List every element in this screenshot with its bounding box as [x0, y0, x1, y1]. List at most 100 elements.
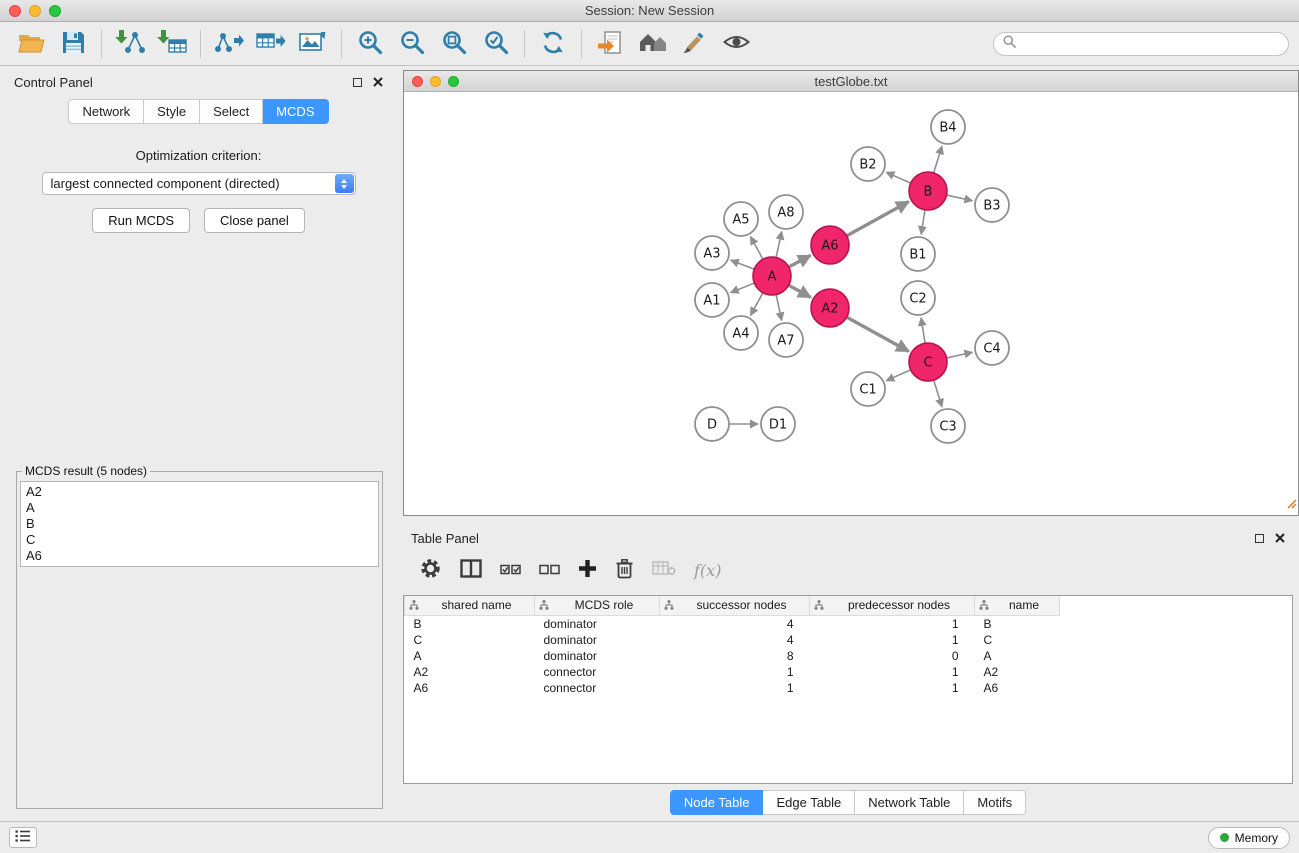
network-minimize-button[interactable] [430, 76, 441, 87]
import-network-button[interactable] [109, 25, 151, 63]
table-row[interactable]: A6connector11A6 [405, 679, 1060, 695]
network-node[interactable]: A [753, 257, 791, 295]
network-node[interactable]: A3 [695, 236, 729, 270]
network-node[interactable]: A8 [769, 195, 803, 229]
result-item[interactable]: A6 [26, 548, 373, 564]
close-panel-button[interactable]: Close panel [204, 208, 305, 233]
tab-select[interactable]: Select [200, 99, 263, 124]
network-node[interactable]: A1 [695, 283, 729, 317]
network-zoom-button[interactable] [448, 76, 459, 87]
network-edge[interactable] [751, 237, 763, 260]
network-edge[interactable] [847, 317, 909, 351]
tab-network[interactable]: Network [68, 99, 144, 124]
search-input[interactable] [1022, 36, 1279, 51]
network-edge[interactable] [934, 146, 942, 173]
network-node[interactable]: D [695, 407, 729, 441]
delete-column-button[interactable] [615, 558, 634, 582]
network-node[interactable]: B3 [975, 188, 1009, 222]
paintbrush-button[interactable] [673, 25, 715, 63]
network-edge[interactable] [934, 380, 942, 407]
table-row[interactable]: A2connector11A2 [405, 663, 1060, 679]
result-item[interactable]: C [26, 532, 373, 548]
network-node[interactable]: A4 [724, 316, 758, 350]
close-window-button[interactable] [9, 5, 21, 17]
network-node[interactable]: C3 [931, 409, 965, 443]
mcds-result-list[interactable]: A2ABCA6 [20, 481, 379, 567]
optimization-dropdown[interactable]: largest connected component (directed) [42, 172, 356, 195]
network-edge[interactable] [776, 232, 782, 258]
first-neighbors-button[interactable] [631, 25, 673, 63]
float-panel-icon[interactable] [353, 78, 362, 87]
network-window-titlebar[interactable]: testGlobe.txt [404, 71, 1298, 92]
network-node[interactable]: B2 [851, 147, 885, 181]
column-header-name[interactable]: name [975, 596, 1060, 615]
deselect-all-button[interactable] [539, 562, 560, 579]
network-node[interactable]: C [909, 343, 947, 381]
add-column-button[interactable] [578, 559, 597, 581]
result-item[interactable]: A [26, 500, 373, 516]
memory-button[interactable]: Memory [1208, 827, 1290, 849]
save-session-button[interactable] [52, 25, 94, 63]
network-edge[interactable] [947, 195, 973, 201]
close-table-panel-icon[interactable] [1275, 531, 1285, 546]
minimize-window-button[interactable] [29, 5, 41, 17]
network-node[interactable]: A7 [769, 323, 803, 357]
zoom-selected-button[interactable] [475, 25, 517, 63]
network-edge[interactable] [921, 318, 925, 343]
column-header-successor-nodes[interactable]: successor nodes [660, 596, 810, 615]
resize-grip[interactable] [1285, 496, 1297, 514]
network-node[interactable]: B4 [931, 110, 965, 144]
network-canvas[interactable]: A A1 A2 A3 A4 A5 A6 A7 A8 B B1 B2 B3 B4 C C1 C2 C3 C4 D D1 [404, 92, 1298, 515]
task-history-button[interactable] [9, 827, 37, 848]
show-columns-button[interactable] [460, 559, 482, 581]
search-field[interactable] [993, 32, 1289, 56]
table-row[interactable]: Adominator80A [405, 647, 1060, 663]
table-row[interactable]: Cdominator41C [405, 631, 1060, 647]
table-settings-button[interactable] [419, 557, 442, 583]
network-node[interactable]: C4 [975, 331, 1009, 365]
tab-edge-table[interactable]: Edge Table [763, 790, 855, 815]
tab-style[interactable]: Style [144, 99, 200, 124]
network-node[interactable]: B1 [901, 237, 935, 271]
tab-mcds[interactable]: MCDS [263, 99, 328, 124]
network-close-button[interactable] [412, 76, 423, 87]
tab-node-table[interactable]: Node Table [670, 790, 764, 815]
close-panel-icon[interactable] [373, 75, 383, 90]
float-table-panel-icon[interactable] [1255, 534, 1264, 543]
zoom-window-button[interactable] [49, 5, 61, 17]
function-builder-button[interactable]: f(x) [694, 561, 721, 580]
network-node[interactable]: C2 [901, 281, 935, 315]
tab-network-table[interactable]: Network Table [855, 790, 964, 815]
tab-motifs[interactable]: Motifs [964, 790, 1026, 815]
export-network-button[interactable] [208, 25, 250, 63]
network-edge[interactable] [921, 210, 925, 234]
network-node[interactable]: D1 [761, 407, 795, 441]
column-header-predecessor-nodes[interactable]: predecessor nodes [810, 596, 975, 615]
select-all-button[interactable] [500, 562, 521, 579]
network-node[interactable]: B [909, 172, 947, 210]
run-mcds-button[interactable]: Run MCDS [92, 208, 190, 233]
export-image-button[interactable] [292, 25, 334, 63]
table-row[interactable]: Bdominator41B [405, 615, 1060, 631]
result-item[interactable]: B [26, 516, 373, 532]
network-edge[interactable] [789, 255, 811, 267]
network-node[interactable]: A5 [724, 202, 758, 236]
column-header-shared-name[interactable]: shared name [405, 596, 535, 615]
network-edge[interactable] [731, 283, 755, 293]
export-table-button[interactable] [250, 25, 292, 63]
refresh-button[interactable] [532, 25, 574, 63]
network-edge[interactable] [731, 260, 755, 269]
delete-table-button[interactable] [652, 560, 676, 580]
network-edge[interactable] [776, 295, 782, 321]
toggle-view-button[interactable] [715, 25, 757, 63]
import-table-button[interactable] [151, 25, 193, 63]
column-header-mcds-role[interactable]: MCDS role [535, 596, 660, 615]
open-session-button[interactable] [10, 25, 52, 63]
result-item[interactable]: A2 [26, 484, 373, 500]
zoom-fit-button[interactable] [433, 25, 475, 63]
network-edge[interactable] [947, 352, 973, 358]
network-edge[interactable] [886, 370, 910, 381]
network-node[interactable]: A6 [811, 226, 849, 264]
network-node[interactable]: A2 [811, 289, 849, 327]
network-node[interactable]: C1 [851, 372, 885, 406]
